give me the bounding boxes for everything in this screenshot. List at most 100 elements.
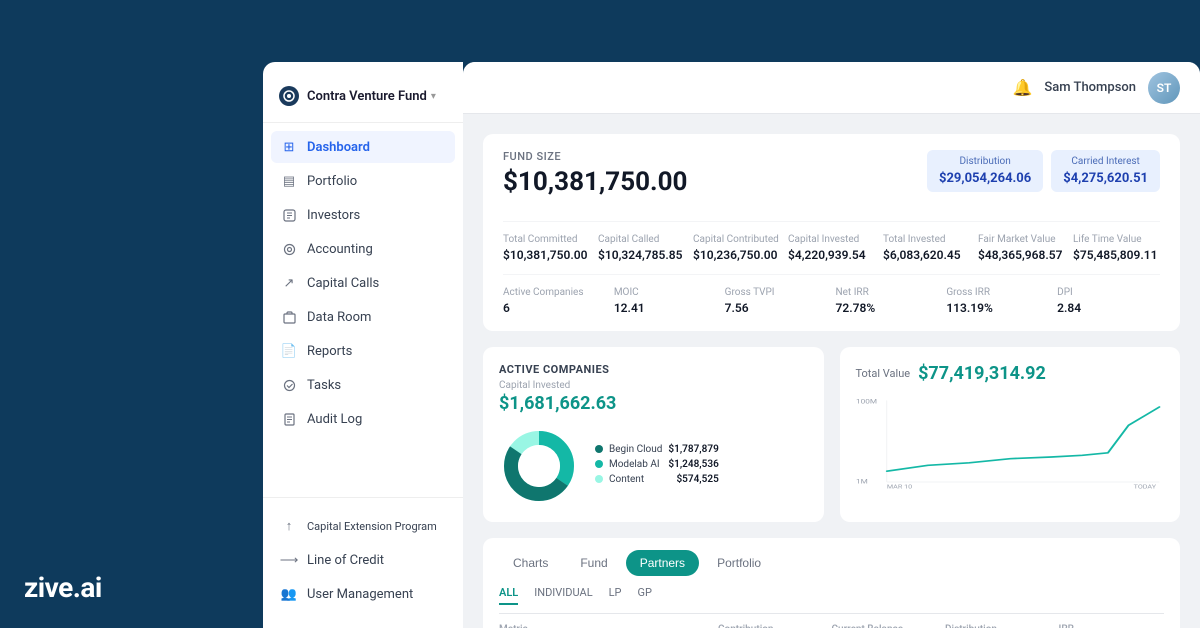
total-value-label: Total Value — [856, 367, 911, 380]
investors-icon — [281, 207, 297, 223]
top-bar: 🔔 Sam Thompson ST — [463, 62, 1200, 114]
sidebar-item-dashboard[interactable]: ⊞ Dashboard — [271, 131, 455, 163]
sidebar-label-capital-calls: Capital Calls — [307, 276, 379, 291]
fund-header-row: FUND SIZE $10,381,750.00 Distribution $2… — [503, 150, 1160, 209]
sidebar: Contra Venture Fund ▾ ⊞ Dashboard ▤ Port… — [263, 62, 463, 628]
metric-item: Fair Market Value$48,365,968.57 — [978, 234, 1065, 262]
donut-chart — [499, 426, 579, 506]
tab-portfolio[interactable]: Portfolio — [703, 550, 775, 576]
user-name: Sam Thompson — [1044, 80, 1136, 95]
sidebar-item-capital-extension[interactable]: ↑ Capital Extension Program — [271, 510, 455, 542]
active-companies-title: ACTIVE COMPANIES — [499, 363, 808, 376]
sidebar-header[interactable]: Contra Venture Fund ▾ — [263, 78, 463, 123]
table-column-header: Current Balance — [832, 624, 938, 628]
chart-header: Total Value $77,419,314.92 — [856, 363, 1165, 384]
sidebar-label-reports: Reports — [307, 344, 352, 359]
tab-row: ChartsFundPartnersPortfolio — [499, 550, 1164, 576]
table-header-row: Metric Contribution Current Balance Distrib… — [499, 624, 1164, 628]
middle-row: ACTIVE COMPANIES Capital Invested $1,681… — [483, 347, 1180, 522]
sidebar-item-reports[interactable]: 📄 Reports — [271, 335, 455, 367]
fund-size-value: $10,381,750.00 — [503, 167, 687, 197]
sub-tab-row: ALL INDIVIDUAL LP GP — [499, 586, 1164, 614]
sub-tab-lp[interactable]: LP — [609, 586, 622, 605]
tab-fund[interactable]: Fund — [566, 550, 621, 576]
svg-text:MAR 10: MAR 10 — [886, 483, 912, 490]
sidebar-label-data-room: Data Room — [307, 310, 371, 325]
sub-tab-all[interactable]: ALL — [499, 586, 518, 605]
sidebar-item-portfolio[interactable]: ▤ Portfolio — [271, 165, 455, 197]
metric-item: Capital Contributed$10,236,750.00 — [693, 234, 780, 262]
tab-charts[interactable]: Charts — [499, 550, 562, 576]
tasks-icon — [281, 377, 297, 393]
user-management-icon: 👥 — [281, 586, 297, 602]
distribution-badge: Distribution $29,054,264.06 — [927, 150, 1043, 192]
chart-legend: Begin Cloud$1,787,879 Modelab AI$1,248,53… — [595, 444, 719, 489]
line-chart: 100M 1M MAR 10 TODAY — [856, 392, 1165, 492]
sidebar-item-audit-log[interactable]: Audit Log — [271, 403, 455, 435]
fund-size-card: FUND SIZE $10,381,750.00 Distribution $2… — [483, 134, 1180, 331]
active-companies-card: ACTIVE COMPANIES Capital Invested $1,681… — [483, 347, 824, 522]
metric-item: Total Invested$6,083,620.45 — [883, 234, 970, 262]
top-bar-right: 🔔 Sam Thompson ST — [1012, 72, 1180, 104]
svg-text:1M: 1M — [856, 477, 868, 485]
accounting-icon — [281, 241, 297, 257]
audit-log-icon — [281, 411, 297, 427]
metric-item: MOIC12.41 — [614, 287, 717, 315]
fund-badges: Distribution $29,054,264.06 Carried Inte… — [927, 150, 1160, 192]
metrics-grid-top: Total Committed$10,381,750.00 Capital Cal… — [503, 221, 1160, 262]
data-room-icon — [281, 309, 297, 325]
sidebar-item-capital-calls[interactable]: ↗ Capital Calls — [271, 267, 455, 299]
distribution-value: $29,054,264.06 — [939, 171, 1031, 186]
tabs-section: ChartsFundPartnersPortfolio ALL INDIVIDUA… — [483, 538, 1180, 628]
sub-tab-gp[interactable]: GP — [638, 586, 652, 605]
metric-item: Net IRR72.78% — [836, 287, 939, 315]
total-value-card: Total Value $77,419,314.92 100M 1M MAR 1… — [840, 347, 1181, 522]
metric-item: Capital Called$10,324,785.85 — [598, 234, 685, 262]
metrics-grid-bottom: Active Companies6 MOIC12.41 Gross TVPI7.56… — [503, 274, 1160, 315]
sidebar-logo-icon — [279, 86, 299, 106]
metric-item: Capital Invested$4,220,939.54 — [788, 234, 875, 262]
metric-item: Total Committed$10,381,750.00 — [503, 234, 590, 262]
legend-item: Begin Cloud$1,787,879 — [595, 444, 719, 455]
table-column-header: Metric — [499, 624, 710, 628]
reports-icon: 📄 — [281, 343, 297, 359]
notification-bell-icon[interactable]: 🔔 — [1012, 78, 1032, 97]
table-column-header: Distribution — [945, 624, 1051, 628]
sidebar-label-tasks: Tasks — [307, 378, 341, 393]
sidebar-label-investors: Investors — [307, 208, 360, 223]
main-panel: 🔔 Sam Thompson ST FUND SIZE $10,381,750.… — [463, 62, 1200, 628]
capital-calls-icon: ↗ — [281, 275, 297, 291]
sidebar-item-line-of-credit[interactable]: ⟶ Line of Credit — [271, 544, 455, 576]
avatar: ST — [1148, 72, 1180, 104]
sidebar-item-accounting[interactable]: Accounting — [271, 233, 455, 265]
sidebar-item-data-room[interactable]: Data Room — [271, 301, 455, 333]
portfolio-icon: ▤ — [281, 173, 297, 189]
capital-invested-value: $1,681,662.63 — [499, 393, 808, 414]
tab-partners[interactable]: Partners — [626, 550, 699, 576]
sidebar-label-accounting: Accounting — [307, 242, 373, 257]
dashboard-icon: ⊞ — [281, 139, 297, 155]
sub-tab-individual[interactable]: INDIVIDUAL — [534, 586, 592, 605]
table-column-header: Contribution — [718, 624, 824, 628]
metric-item: Active Companies6 — [503, 287, 606, 315]
carried-interest-badge: Carried Interest $4,275,620.51 — [1051, 150, 1160, 192]
sidebar-item-investors[interactable]: Investors — [271, 199, 455, 231]
sidebar-item-user-management[interactable]: 👥 User Management — [271, 578, 455, 610]
metric-item: Gross TVPI7.56 — [725, 287, 828, 315]
metric-item: Gross IRR113.19% — [946, 287, 1049, 315]
brand-logo: zive.ai — [24, 571, 102, 604]
sidebar-label-audit-log: Audit Log — [307, 412, 362, 427]
legend-item: Modelab AI$1,248,536 — [595, 459, 719, 470]
total-value-amount: $77,419,314.92 — [918, 363, 1046, 384]
sidebar-label-line-of-credit: Line of Credit — [307, 553, 384, 568]
sidebar-item-tasks[interactable]: Tasks — [271, 369, 455, 401]
metric-item: Life Time Value$75,485,809.11 — [1073, 234, 1160, 262]
sidebar-label-capital-extension: Capital Extension Program — [307, 520, 437, 533]
capital-invested-label: Capital Invested — [499, 380, 808, 391]
capital-extension-icon: ↑ — [281, 518, 297, 534]
sidebar-label-portfolio: Portfolio — [307, 174, 357, 189]
svg-text:TODAY: TODAY — [1133, 483, 1156, 490]
main-content: FUND SIZE $10,381,750.00 Distribution $2… — [463, 114, 1200, 628]
table-column-header: IRR — [1059, 624, 1165, 628]
chevron-down-icon: ▾ — [431, 91, 436, 102]
